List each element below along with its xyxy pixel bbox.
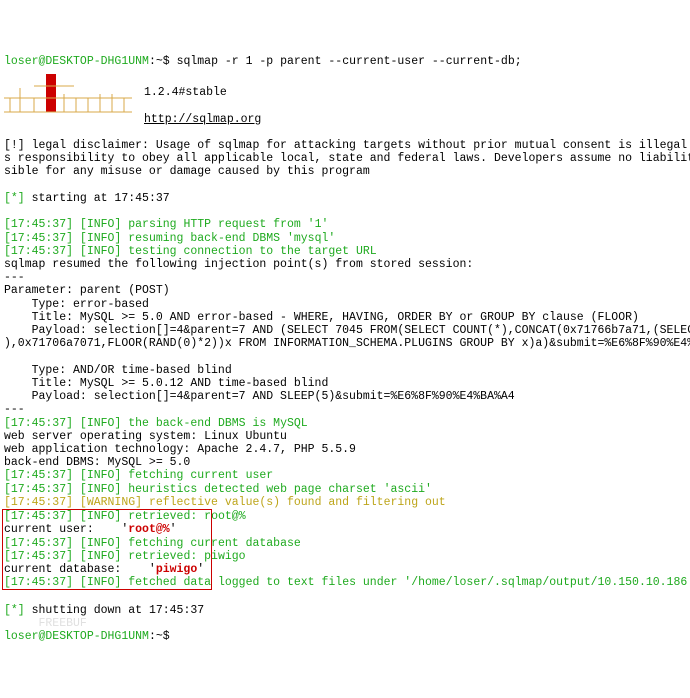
prompt-user: loser@DESKTOP-DHG1UNM bbox=[4, 630, 149, 643]
dashes: --- bbox=[4, 403, 25, 416]
cur-user-lbl: current user: ' bbox=[4, 523, 128, 536]
prompt-sym: $ bbox=[163, 630, 170, 643]
log-msg: reflective value(s) found and filtering … bbox=[142, 496, 446, 509]
cur-db-val: piwigo bbox=[156, 563, 197, 576]
param-line: Parameter: parent (POST) bbox=[4, 284, 170, 297]
log-msg: fetched data bbox=[121, 576, 218, 589]
star-icon: [*] bbox=[4, 604, 25, 617]
log-tag-warning: [WARNING] bbox=[80, 496, 142, 509]
disclaimer-line1: [!] legal disclaimer: Usage of sqlmap fo… bbox=[4, 139, 690, 152]
log-ts: [17:45:37] bbox=[4, 417, 80, 430]
log-ts: [17:45:37] bbox=[4, 550, 80, 563]
log-msg: logged to text files under ' bbox=[218, 576, 411, 589]
prompt-sep: : bbox=[149, 630, 156, 643]
log-ts: [17:45:37] bbox=[4, 576, 80, 589]
dashes: --- bbox=[4, 271, 25, 284]
log-msg: parsing HTTP request from '1' bbox=[121, 218, 328, 231]
start-text: starting at 17:45:37 bbox=[25, 192, 170, 205]
title-line: Title: MySQL >= 5.0.12 AND time-based bl… bbox=[4, 377, 328, 390]
version-text: 1.2.4#stable bbox=[144, 86, 227, 99]
payload-line: Payload: selection[]=4&parent=7 AND (SEL… bbox=[4, 324, 690, 337]
highlight-box: [17:45:37] [INFO] retrieved: root@% curr… bbox=[2, 509, 212, 590]
prompt-sep: : bbox=[149, 55, 156, 68]
payload-line: Payload: selection[]=4&parent=7 AND SLEE… bbox=[4, 390, 515, 403]
log-ts: [17:45:37] bbox=[4, 218, 80, 231]
log-tag-info: [INFO] bbox=[80, 417, 121, 430]
command-text: sqlmap -r 1 -p parent --current-user --c… bbox=[177, 55, 522, 68]
log-msg: testing connection to the target URL bbox=[121, 245, 376, 258]
log-ts: [17:45:37] bbox=[4, 496, 80, 509]
log-path: /home/loser/.sqlmap/output/10.150.10.186 bbox=[411, 576, 687, 589]
log-tag-info: [INFO] bbox=[80, 245, 121, 258]
watermark: FREEBUF bbox=[4, 617, 87, 630]
log-tag-info: [INFO] bbox=[80, 483, 121, 496]
log-tag-info: [INFO] bbox=[80, 550, 121, 563]
log-ts: [17:45:37] bbox=[4, 232, 80, 245]
log-ts: [17:45:37] bbox=[4, 537, 80, 550]
sqlmap-logo bbox=[4, 68, 134, 116]
disclaimer-line2: s responsibility to obey all applicable … bbox=[4, 152, 690, 165]
log-tag-info: [INFO] bbox=[80, 469, 121, 482]
log-tag-info: [INFO] bbox=[80, 576, 121, 589]
cur-user-val: root@% bbox=[128, 523, 169, 536]
cur-db-end: ' bbox=[197, 563, 204, 576]
log-tag-info: [INFO] bbox=[80, 510, 121, 523]
log-msg: resuming back-end DBMS 'mysql' bbox=[121, 232, 335, 245]
log-ts: [17:45:37] bbox=[4, 510, 80, 523]
log-msg-overflow: database bbox=[239, 537, 301, 550]
tech-line: web application technology: Apache 2.4.7… bbox=[4, 443, 356, 456]
prompt-sym: $ bbox=[163, 55, 170, 68]
log-val-overflow: ot@% bbox=[218, 510, 246, 523]
log-tag-info: [INFO] bbox=[80, 218, 121, 231]
dbms-line: back-end DBMS: MySQL >= 5.0 bbox=[4, 456, 190, 469]
logo-text-block: 1.2.4#stable http://sqlmap.org bbox=[134, 68, 261, 126]
log-tag-info: [INFO] bbox=[80, 537, 121, 550]
disclaimer-line3: sible for any misuse or damage caused by… bbox=[4, 165, 370, 178]
prompt-path: ~ bbox=[156, 630, 163, 643]
log-pre: retrieved: pi bbox=[121, 550, 218, 563]
prompt-path: ~ bbox=[156, 55, 163, 68]
shutdown-text: shutting down at 17:45:37 bbox=[25, 604, 204, 617]
log-tag-info: [INFO] bbox=[80, 232, 121, 245]
os-line: web server operating system: Linux Ubunt… bbox=[4, 430, 287, 443]
cur-db-lbl: current database: ' bbox=[4, 563, 156, 576]
log-msg: heuristics detected web page charset 'as… bbox=[121, 483, 432, 496]
log-msg: fetching current user bbox=[121, 469, 273, 482]
resumed-text: sqlmap resumed the following injection p… bbox=[4, 258, 473, 271]
title-line: Title: MySQL >= 5.0 AND error-based - WH… bbox=[4, 311, 639, 324]
log-val-overflow: wigo bbox=[218, 550, 246, 563]
log-val: ro bbox=[204, 510, 218, 523]
log-msg: fetching current bbox=[121, 537, 238, 550]
log-pre: retrieved: bbox=[121, 510, 204, 523]
log-ts: [17:45:37] bbox=[4, 245, 80, 258]
log-ts: [17:45:37] bbox=[4, 483, 80, 496]
prompt-user: loser@DESKTOP-DHG1UNM bbox=[4, 55, 149, 68]
type-line: Type: AND/OR time-based blind bbox=[4, 364, 232, 377]
type-line: Type: error-based bbox=[4, 298, 149, 311]
payload-line: ),0x71706a7071,FLOOR(RAND(0)*2))x FROM I… bbox=[4, 337, 690, 350]
log-ts: [17:45:37] bbox=[4, 469, 80, 482]
star-icon: [*] bbox=[4, 192, 25, 205]
sqlmap-url[interactable]: http://sqlmap.org bbox=[144, 113, 261, 126]
log-msg: the back-end DBMS is MySQL bbox=[121, 417, 307, 430]
cur-user-end: ' bbox=[170, 523, 177, 536]
